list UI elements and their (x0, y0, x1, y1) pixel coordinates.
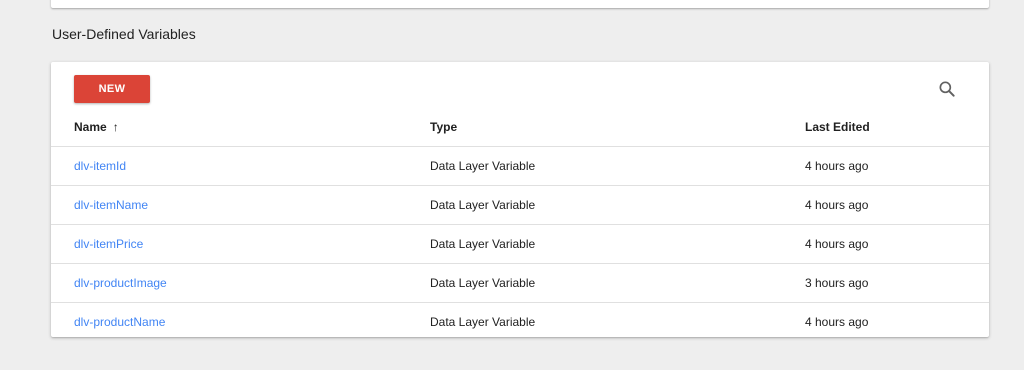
variable-name-link[interactable]: dlv-productName (74, 315, 165, 329)
previous-section-card (51, 0, 989, 8)
column-header-last-edited[interactable]: Last Edited (805, 108, 870, 146)
sort-ascending-icon[interactable]: ↑ (113, 108, 119, 146)
section-title: User-Defined Variables (52, 26, 196, 42)
last-edited-cell: 4 hours ago (805, 315, 869, 329)
table-row[interactable]: dlv-itemPrice Data Layer Variable 4 hour… (51, 225, 989, 264)
column-header-name[interactable]: Name ↑ (74, 108, 119, 146)
column-header-type[interactable]: Type (430, 108, 457, 146)
variable-name-cell: dlv-itemId (74, 147, 126, 185)
last-edited-cell: 3 hours ago (805, 276, 869, 290)
variable-name-cell: dlv-itemName (74, 186, 148, 224)
variables-card: NEW Name ↑ Type Last Edited dlv-itemId Da… (51, 62, 989, 337)
column-header-name-label: Name (74, 120, 107, 134)
variable-type-cell: Data Layer Variable (430, 276, 536, 290)
variable-type-cell: Data Layer Variable (430, 237, 536, 251)
table-row[interactable]: dlv-productImage Data Layer Variable 3 h… (51, 264, 989, 303)
variable-type-cell: Data Layer Variable (430, 198, 536, 212)
variable-name-link[interactable]: dlv-itemName (74, 198, 148, 212)
table-body: dlv-itemId Data Layer Variable 4 hours a… (51, 147, 989, 341)
variable-name-link[interactable]: dlv-itemPrice (74, 237, 143, 251)
last-edited-cell: 4 hours ago (805, 237, 869, 251)
variable-type-cell: Data Layer Variable (430, 159, 536, 173)
last-edited-cell: 4 hours ago (805, 198, 869, 212)
table-header: Name ↑ Type Last Edited (51, 108, 989, 147)
variable-name-link[interactable]: dlv-itemId (74, 159, 126, 173)
new-variable-button[interactable]: NEW (74, 75, 150, 103)
table-row[interactable]: dlv-itemName Data Layer Variable 4 hours… (51, 186, 989, 225)
variable-type-cell: Data Layer Variable (430, 315, 536, 329)
variable-name-cell: dlv-productImage (74, 264, 167, 302)
table-row[interactable]: dlv-itemId Data Layer Variable 4 hours a… (51, 147, 989, 186)
variable-name-cell: dlv-productName (74, 303, 165, 341)
last-edited-cell: 4 hours ago (805, 159, 869, 173)
search-icon[interactable] (937, 79, 957, 99)
variable-name-link[interactable]: dlv-productImage (74, 276, 167, 290)
table-row[interactable]: dlv-productName Data Layer Variable 4 ho… (51, 303, 989, 341)
variable-name-cell: dlv-itemPrice (74, 225, 143, 263)
